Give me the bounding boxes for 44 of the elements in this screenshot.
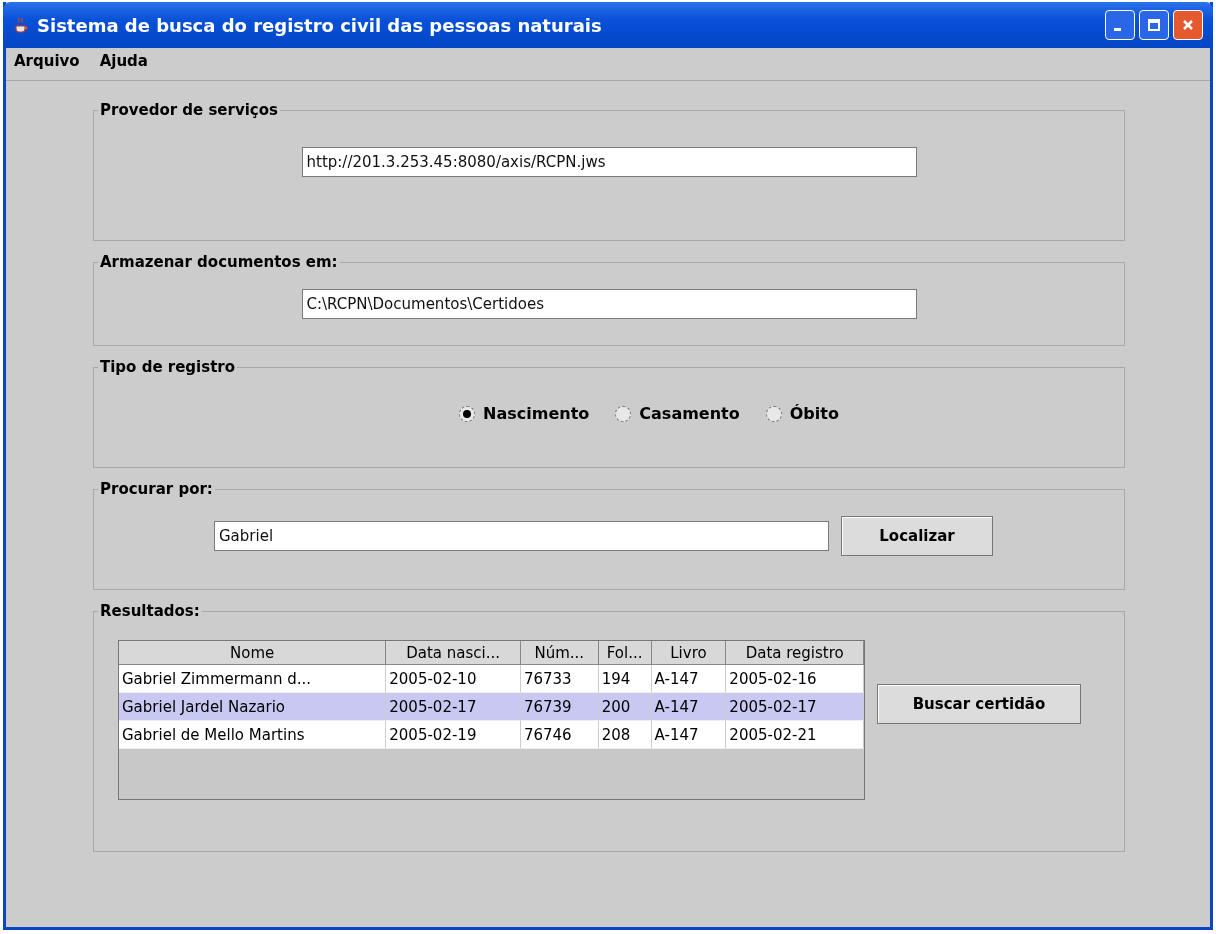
table-cell: 2005-02-19 xyxy=(386,721,521,749)
radio-button[interactable] xyxy=(615,405,632,422)
close-button[interactable] xyxy=(1173,10,1203,40)
panel-title: Provedor de serviços xyxy=(99,101,279,119)
close-icon xyxy=(1181,18,1195,32)
maximize-button[interactable] xyxy=(1139,10,1169,40)
table-row[interactable]: Gabriel Zimmermann d... 2005-02-10 76733 194 A-147 2005-02-16 xyxy=(119,665,864,693)
minimize-icon xyxy=(1114,28,1121,31)
radio-button[interactable] xyxy=(765,405,782,422)
column-header[interactable]: Fol... xyxy=(598,641,652,665)
search-button[interactable]: Localizar xyxy=(841,516,993,556)
table-cell: Gabriel de Mello Martins xyxy=(119,721,387,749)
radio-label: Nascimento xyxy=(483,404,590,423)
column-header[interactable]: Nome xyxy=(119,641,387,665)
window-title: Sistema de busca do registro civil das pessoas naturais xyxy=(37,14,603,36)
folder-field[interactable]: C:\RCPN\Documentos\Certidoes xyxy=(301,289,917,319)
radio-button[interactable] xyxy=(459,405,476,422)
panel-title: Tipo de registro xyxy=(99,358,237,376)
url-field[interactable]: http://201.3.253.45:8080/axis/RCPN.jws xyxy=(301,147,917,177)
table-row[interactable]: Gabriel de Mello Martins 2005-02-19 76746 208 A-147 2005-02-21 xyxy=(119,721,864,749)
column-header[interactable]: Data registro xyxy=(726,641,864,665)
fetch-certificate-button[interactable]: Buscar certidão xyxy=(877,684,1081,724)
panel-title: Resultados: xyxy=(99,602,201,620)
radio-option[interactable]: Nascimento xyxy=(459,404,590,423)
radio-option[interactable]: Casamento xyxy=(615,404,740,423)
radio-label: Óbito xyxy=(789,404,839,423)
panel-title: Procurar por: xyxy=(99,480,214,498)
minimize-button[interactable] xyxy=(1105,10,1135,40)
menu-item[interactable]: Ajuda xyxy=(99,52,148,76)
table-row[interactable]: Gabriel Jardel Nazario 2005-02-17 76739 200 A-147 2005-02-17 xyxy=(119,693,864,721)
column-header[interactable]: Livro xyxy=(651,641,727,665)
table-cell: 208 xyxy=(598,721,652,749)
menu-item[interactable]: Arquivo xyxy=(14,52,80,76)
radio-label: Casamento xyxy=(639,404,740,423)
table-cell: A-147 xyxy=(651,721,727,749)
cup-icon xyxy=(13,16,29,34)
radio-option[interactable]: Óbito xyxy=(765,404,839,423)
table-cell: 2005-02-21 xyxy=(726,721,864,749)
column-header[interactable]: Núm... xyxy=(520,641,599,665)
column-header[interactable]: Data nasci... xyxy=(386,641,521,665)
table-cell: 76746 xyxy=(520,721,599,749)
search-field[interactable]: Gabriel xyxy=(214,521,829,551)
maximize-icon xyxy=(1147,18,1161,32)
panel-title: Armazenar documentos em: xyxy=(99,253,339,271)
